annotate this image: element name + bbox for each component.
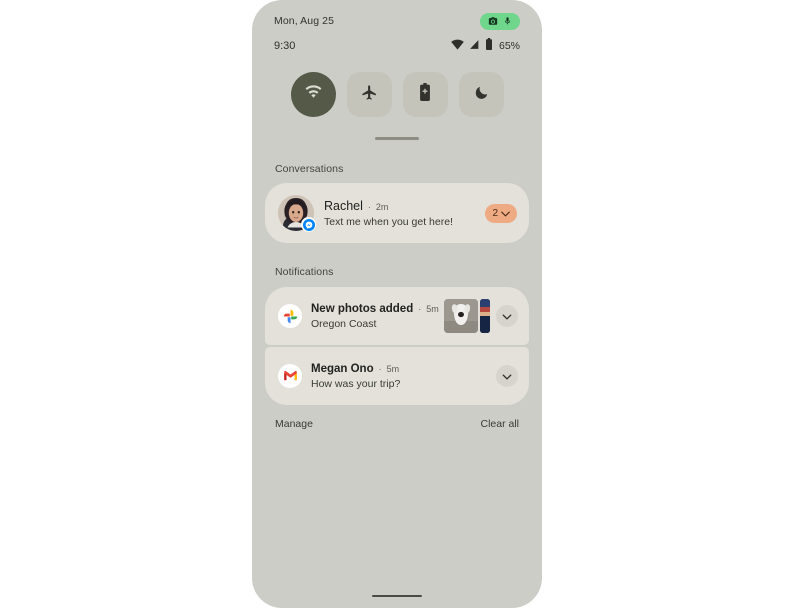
conversation-text-block: Rachel · 2m Text me when you get here! bbox=[324, 199, 485, 228]
notification-title: New photos added bbox=[311, 302, 414, 315]
notification-expand-button[interactable] bbox=[496, 305, 518, 327]
status-icon-group: 65% bbox=[451, 37, 520, 55]
moon-icon bbox=[474, 85, 489, 105]
cellular-signal-icon bbox=[469, 37, 480, 55]
photo-thumbnail-dog[interactable] bbox=[444, 299, 478, 333]
notification-body: How was your trip? bbox=[311, 377, 401, 390]
notification-body: Oregon Coast bbox=[311, 317, 377, 330]
chevron-down-icon bbox=[501, 204, 510, 222]
notification-timestamp: 5m bbox=[426, 303, 439, 314]
notification-title-row: New photos added · 5m bbox=[311, 303, 440, 315]
notification-text-block: New photos added · 5m Oregon Coast bbox=[311, 303, 440, 330]
avatar bbox=[278, 195, 316, 232]
qs-tile-battery-saver[interactable] bbox=[402, 72, 448, 117]
qs-tile-airplane-mode[interactable] bbox=[346, 72, 392, 117]
gmail-icon bbox=[278, 364, 302, 388]
chevron-down-icon bbox=[502, 367, 512, 385]
google-photos-icon bbox=[278, 304, 302, 328]
photo-thumbnail-strip[interactable] bbox=[480, 299, 490, 333]
privacy-indicator-pill[interactable] bbox=[480, 12, 520, 30]
separator-dot: · bbox=[378, 363, 382, 374]
battery-percent-label: 65% bbox=[498, 40, 520, 52]
notification-new-photos[interactable]: New photos added · 5m Oregon Coast bbox=[265, 287, 529, 345]
airplane-icon bbox=[361, 84, 378, 106]
notification-text-block: Megan Ono · 5m How was your trip? bbox=[311, 363, 490, 390]
separator-dot: · bbox=[367, 201, 371, 212]
notification-megan-ono[interactable]: Megan Ono · 5m How was your trip? bbox=[265, 347, 529, 405]
clear-all-button[interactable]: Clear all bbox=[480, 418, 519, 430]
chevron-down-icon bbox=[502, 307, 512, 325]
conversation-title-row: Rachel · 2m bbox=[324, 199, 485, 213]
shade-drag-handle[interactable] bbox=[375, 137, 419, 140]
status-bar-top: Mon, Aug 25 bbox=[252, 10, 542, 32]
conversation-message-preview: Text me when you get here! bbox=[324, 215, 453, 228]
section-label-conversations: Conversations bbox=[275, 163, 344, 175]
wifi-icon bbox=[305, 85, 322, 104]
battery-icon bbox=[485, 37, 493, 55]
conversation-notification-rachel[interactable]: Rachel · 2m Text me when you get here! 2 bbox=[265, 183, 529, 243]
conversation-message-count: 2 bbox=[492, 207, 498, 219]
qs-tile-do-not-disturb[interactable] bbox=[458, 72, 504, 117]
microphone-icon bbox=[503, 16, 512, 26]
separator-dot: · bbox=[418, 303, 422, 314]
notification-timestamp: 5m bbox=[386, 363, 400, 374]
messenger-icon bbox=[301, 217, 316, 232]
phone-screen: Mon, Aug 25 9:30 65% Conversations Rache… bbox=[252, 0, 542, 608]
battery-saver-icon bbox=[419, 83, 431, 106]
section-label-notifications: Notifications bbox=[275, 266, 334, 278]
qs-tile-wifi[interactable] bbox=[290, 72, 336, 117]
camera-icon bbox=[488, 16, 498, 26]
notification-title: Megan Ono bbox=[311, 362, 374, 375]
home-indicator[interactable] bbox=[372, 594, 422, 597]
status-date: Mon, Aug 25 bbox=[274, 15, 335, 27]
status-bar-second: 9:30 65% bbox=[252, 36, 542, 56]
notification-thumbnails[interactable] bbox=[444, 299, 490, 333]
notification-expand-button[interactable] bbox=[496, 365, 518, 387]
conversation-sender-name: Rachel bbox=[324, 198, 363, 213]
wifi-icon bbox=[451, 37, 464, 55]
status-clock: 9:30 bbox=[274, 40, 296, 52]
shade-footer-actions: Manage Clear all bbox=[252, 418, 542, 430]
conversation-expand-count-badge[interactable]: 2 bbox=[485, 203, 517, 223]
notification-title-row: Megan Ono · 5m bbox=[311, 363, 490, 375]
manage-button[interactable]: Manage bbox=[275, 418, 313, 430]
quick-settings-row bbox=[252, 72, 542, 117]
conversation-timestamp: 2m bbox=[375, 201, 389, 212]
